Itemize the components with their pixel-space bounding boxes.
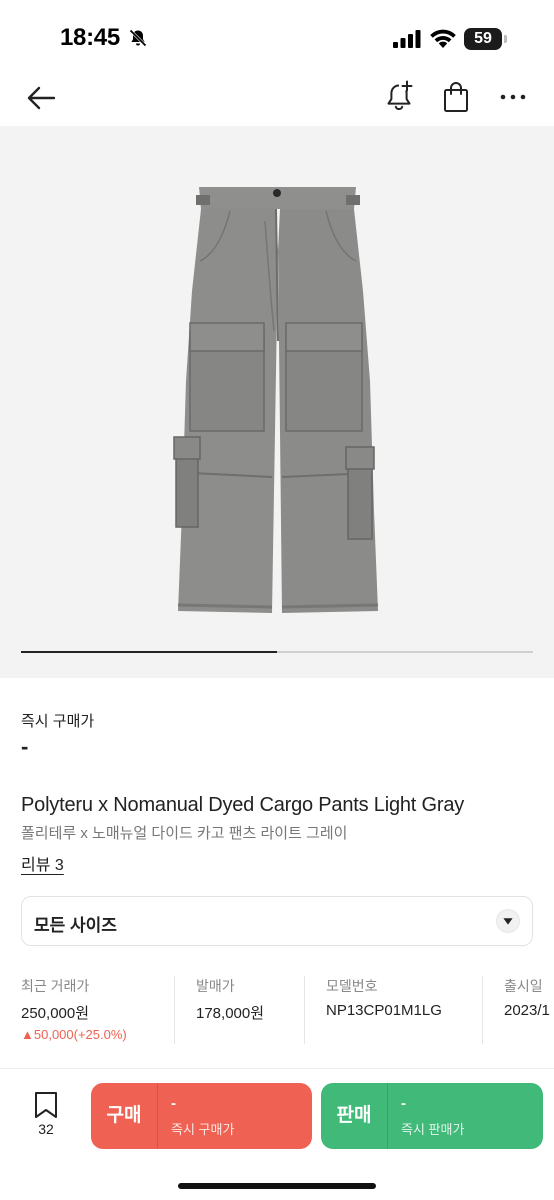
size-select-label: 모든 사이즈 [34,916,117,935]
bookmark-button[interactable]: 32 [30,1091,62,1141]
info-divider [174,976,175,1044]
recent-trade-change: ▲50,000(+25.0%) [21,1027,127,1042]
release-date-label: 출시일 [504,978,543,994]
recent-trade-label: 최근 거래가 [21,978,90,994]
buy-button-divider [157,1083,158,1149]
shopping-bag-icon[interactable] [442,81,470,113]
home-indicator [178,1183,376,1189]
bottom-action-bar: 32 구매 - 즉시 구매가 판매 - 즉시 판매가 [0,1068,554,1200]
release-price-label: 발매가 [196,978,235,994]
sell-button-label: 판매 [336,1105,372,1126]
size-select[interactable]: 모든 사이즈 [21,896,533,946]
info-divider [482,976,483,1044]
more-icon[interactable] [500,90,526,104]
release-date: 출시일 2023/1 [504,976,550,1046]
product-title-en: Polyteru x Nomanual Dyed Cargo Pants Lig… [21,794,465,816]
bell-plus-icon[interactable] [384,80,414,114]
product-info-row: 최근 거래가 250,000원 ▲50,000(+25.0%) 발매가 178,… [0,970,554,1050]
top-nav [0,70,554,126]
buy-button[interactable]: 구매 - 즉시 구매가 [91,1083,312,1149]
product-title-ko: 폴리테루 x 노매뉴얼 다이드 카고 팬츠 라이트 그레이 [21,825,348,842]
chevron-down-icon [496,909,520,933]
buy-button-price: - [171,1095,176,1112]
release-date-value: 2023/1 [504,1002,550,1019]
info-divider [304,976,305,1044]
gallery-progress-fill [21,651,277,653]
status-bar: 18:45 59 [0,0,554,70]
bookmark-count: 32 [38,1121,54,1137]
model-number: 모델번호 NP13CP01M1LG [326,976,442,1046]
review-link[interactable]: 리뷰 3 [21,851,64,875]
bookmark-icon [35,1092,57,1118]
back-arrow-icon[interactable] [24,82,58,114]
gallery-progress-track [21,651,533,653]
status-time: 18:45 [60,24,120,51]
cellular-signal-icon [393,30,421,48]
model-number-value: NP13CP01M1LG [326,1002,442,1019]
sell-button-price: - [401,1095,406,1112]
instant-price-label: 즉시 구매가 [21,713,95,730]
bell-slash-icon [129,29,147,47]
buy-button-label: 구매 [106,1105,142,1126]
wifi-icon [430,29,456,48]
release-price: 발매가 178,000원 [196,976,264,1046]
product-image-gallery[interactable] [0,126,554,678]
sell-button-divider [387,1083,388,1149]
recent-trade-price: 최근 거래가 250,000원 ▲50,000(+25.0%) [21,976,127,1046]
recent-trade-value: 250,000원 [21,1005,90,1022]
release-price-value: 178,000원 [196,1005,265,1022]
instant-price-value: - [21,734,29,759]
sell-button-sublabel: 즉시 판매가 [401,1122,465,1137]
battery-nub [504,35,507,43]
sell-button[interactable]: 판매 - 즉시 판매가 [321,1083,543,1149]
model-number-label: 모델번호 [326,978,378,994]
battery-level: 59 [474,30,492,47]
buy-button-sublabel: 즉시 구매가 [171,1122,235,1137]
product-image [173,187,379,613]
battery-icon: 59 [464,28,508,50]
